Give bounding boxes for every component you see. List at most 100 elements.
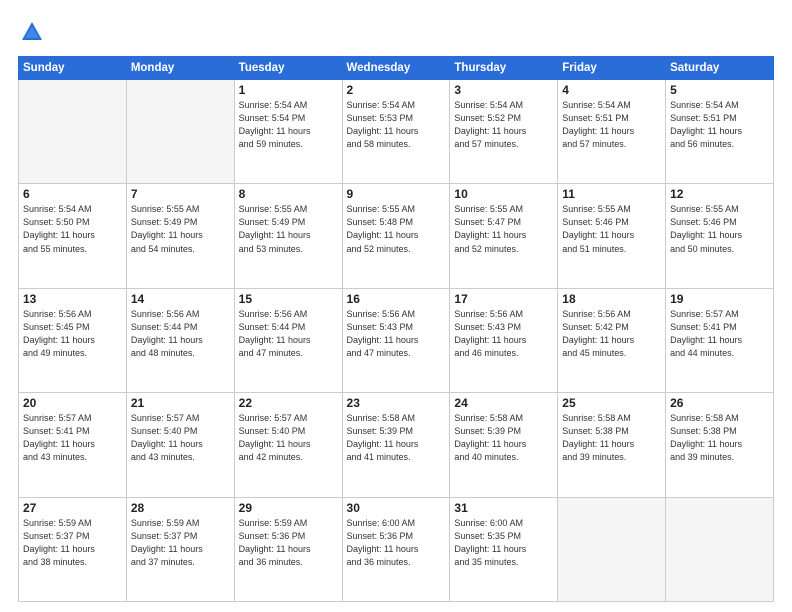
weekday-header-friday: Friday (558, 57, 666, 80)
day-info: Sunrise: 5:54 AM Sunset: 5:54 PM Dayligh… (239, 99, 338, 151)
calendar-cell: 10Sunrise: 5:55 AM Sunset: 5:47 PM Dayli… (450, 184, 558, 288)
day-number: 6 (23, 187, 122, 201)
calendar-cell: 11Sunrise: 5:55 AM Sunset: 5:46 PM Dayli… (558, 184, 666, 288)
calendar-cell: 21Sunrise: 5:57 AM Sunset: 5:40 PM Dayli… (126, 393, 234, 497)
day-info: Sunrise: 5:59 AM Sunset: 5:37 PM Dayligh… (131, 517, 230, 569)
day-number: 13 (23, 292, 122, 306)
day-number: 17 (454, 292, 553, 306)
day-number: 23 (347, 396, 446, 410)
weekday-header-tuesday: Tuesday (234, 57, 342, 80)
calendar-cell: 20 Sunrise: 5:57 AM Sunset: 5:41 PM Dayli… (19, 393, 127, 497)
day-number: 7 (131, 187, 230, 201)
weekday-header-wednesday: Wednesday (342, 57, 450, 80)
calendar-cell: 1 Sunrise: 5:54 AM Sunset: 5:54 PM Daylig… (234, 80, 342, 184)
calendar-cell: 31 Sunrise: 6:00 AM Sunset: 5:35 PM Dayli… (450, 497, 558, 601)
calendar-cell: 14Sunrise: 5:56 AM Sunset: 5:44 PM Dayli… (126, 288, 234, 392)
day-number: 16 (347, 292, 446, 306)
day-info: Sunrise: 5:58 AM Sunset: 5:39 PM Dayligh… (347, 412, 446, 464)
weekday-header-monday: Monday (126, 57, 234, 80)
day-number: 30 (347, 501, 446, 515)
logo (18, 18, 50, 46)
day-info: Sunrise: 5:54 AM Sunset: 5:52 PM Dayligh… (454, 99, 553, 151)
day-info: Sunrise: 5:54 AM Sunset: 5:50 PM Dayligh… (23, 203, 122, 255)
day-info: Sunrise: 5:54 AM Sunset: 5:51 PM Dayligh… (562, 99, 661, 151)
day-info: Sunrise: 5:54 AM Sunset: 5:53 PM Dayligh… (347, 99, 446, 151)
day-number: 5 (670, 83, 769, 97)
day-number: 20 (23, 396, 122, 410)
day-info: Sunrise: 5:57 AM Sunset: 5:41 PM Dayligh… (23, 412, 122, 464)
calendar-cell: 29Sunrise: 5:59 AM Sunset: 5:36 PM Dayli… (234, 497, 342, 601)
day-info: Sunrise: 5:57 AM Sunset: 5:41 PM Dayligh… (670, 308, 769, 360)
day-number: 11 (562, 187, 661, 201)
day-info: Sunrise: 6:00 AM Sunset: 5:36 PM Dayligh… (347, 517, 446, 569)
day-info: Sunrise: 5:58 AM Sunset: 5:38 PM Dayligh… (670, 412, 769, 464)
week-row-5: 27Sunrise: 5:59 AM Sunset: 5:37 PM Dayli… (19, 497, 774, 601)
calendar-cell (666, 497, 774, 601)
calendar-cell: 6 Sunrise: 5:54 AM Sunset: 5:50 PM Daylig… (19, 184, 127, 288)
calendar-cell: 24 Sunrise: 5:58 AM Sunset: 5:39 PM Dayli… (450, 393, 558, 497)
calendar-cell (558, 497, 666, 601)
day-number: 3 (454, 83, 553, 97)
day-number: 26 (670, 396, 769, 410)
calendar-cell: 9Sunrise: 5:55 AM Sunset: 5:48 PM Daylig… (342, 184, 450, 288)
week-row-3: 13 Sunrise: 5:56 AM Sunset: 5:45 PM Dayli… (19, 288, 774, 392)
day-number: 2 (347, 83, 446, 97)
calendar-cell: 22 Sunrise: 5:57 AM Sunset: 5:40 PM Dayli… (234, 393, 342, 497)
day-info: Sunrise: 5:59 AM Sunset: 5:36 PM Dayligh… (239, 517, 338, 569)
week-row-2: 6 Sunrise: 5:54 AM Sunset: 5:50 PM Daylig… (19, 184, 774, 288)
calendar-cell: 15 Sunrise: 5:56 AM Sunset: 5:44 PM Dayli… (234, 288, 342, 392)
day-info: Sunrise: 5:55 AM Sunset: 5:48 PM Dayligh… (347, 203, 446, 255)
day-number: 22 (239, 396, 338, 410)
calendar: SundayMondayTuesdayWednesdayThursdayFrid… (18, 56, 774, 602)
day-info: Sunrise: 5:56 AM Sunset: 5:44 PM Dayligh… (131, 308, 230, 360)
day-number: 15 (239, 292, 338, 306)
day-info: Sunrise: 5:55 AM Sunset: 5:49 PM Dayligh… (239, 203, 338, 255)
day-info: Sunrise: 5:55 AM Sunset: 5:47 PM Dayligh… (454, 203, 553, 255)
calendar-cell: 5 Sunrise: 5:54 AM Sunset: 5:51 PM Daylig… (666, 80, 774, 184)
calendar-cell: 16Sunrise: 5:56 AM Sunset: 5:43 PM Dayli… (342, 288, 450, 392)
day-info: Sunrise: 5:56 AM Sunset: 5:42 PM Dayligh… (562, 308, 661, 360)
day-number: 28 (131, 501, 230, 515)
calendar-cell: 8 Sunrise: 5:55 AM Sunset: 5:49 PM Daylig… (234, 184, 342, 288)
day-number: 1 (239, 83, 338, 97)
day-info: Sunrise: 5:56 AM Sunset: 5:43 PM Dayligh… (454, 308, 553, 360)
calendar-cell (19, 80, 127, 184)
day-info: Sunrise: 5:55 AM Sunset: 5:46 PM Dayligh… (670, 203, 769, 255)
header (18, 18, 774, 46)
calendar-cell: 25Sunrise: 5:58 AM Sunset: 5:38 PM Dayli… (558, 393, 666, 497)
calendar-cell: 23 Sunrise: 5:58 AM Sunset: 5:39 PM Dayli… (342, 393, 450, 497)
day-number: 21 (131, 396, 230, 410)
calendar-cell: 12 Sunrise: 5:55 AM Sunset: 5:46 PM Dayli… (666, 184, 774, 288)
week-row-1: 1 Sunrise: 5:54 AM Sunset: 5:54 PM Daylig… (19, 80, 774, 184)
day-info: Sunrise: 5:56 AM Sunset: 5:44 PM Dayligh… (239, 308, 338, 360)
day-number: 8 (239, 187, 338, 201)
day-number: 4 (562, 83, 661, 97)
day-info: Sunrise: 5:58 AM Sunset: 5:38 PM Dayligh… (562, 412, 661, 464)
day-info: Sunrise: 5:55 AM Sunset: 5:49 PM Dayligh… (131, 203, 230, 255)
weekday-header-row: SundayMondayTuesdayWednesdayThursdayFrid… (19, 57, 774, 80)
day-number: 31 (454, 501, 553, 515)
calendar-cell: 2 Sunrise: 5:54 AM Sunset: 5:53 PM Daylig… (342, 80, 450, 184)
day-number: 12 (670, 187, 769, 201)
logo-icon (18, 18, 46, 46)
day-info: Sunrise: 6:00 AM Sunset: 5:35 PM Dayligh… (454, 517, 553, 569)
day-info: Sunrise: 5:57 AM Sunset: 5:40 PM Dayligh… (239, 412, 338, 464)
calendar-cell: 7 Sunrise: 5:55 AM Sunset: 5:49 PM Daylig… (126, 184, 234, 288)
day-info: Sunrise: 5:54 AM Sunset: 5:51 PM Dayligh… (670, 99, 769, 151)
weekday-header-sunday: Sunday (19, 57, 127, 80)
day-number: 24 (454, 396, 553, 410)
calendar-cell: 18Sunrise: 5:56 AM Sunset: 5:42 PM Dayli… (558, 288, 666, 392)
day-info: Sunrise: 5:58 AM Sunset: 5:39 PM Dayligh… (454, 412, 553, 464)
calendar-cell: 4 Sunrise: 5:54 AM Sunset: 5:51 PM Daylig… (558, 80, 666, 184)
calendar-cell: 27Sunrise: 5:59 AM Sunset: 5:37 PM Dayli… (19, 497, 127, 601)
day-info: Sunrise: 5:59 AM Sunset: 5:37 PM Dayligh… (23, 517, 122, 569)
calendar-cell: 3 Sunrise: 5:54 AM Sunset: 5:52 PM Daylig… (450, 80, 558, 184)
calendar-cell: 17 Sunrise: 5:56 AM Sunset: 5:43 PM Dayli… (450, 288, 558, 392)
weekday-header-thursday: Thursday (450, 57, 558, 80)
day-info: Sunrise: 5:56 AM Sunset: 5:45 PM Dayligh… (23, 308, 122, 360)
calendar-cell (126, 80, 234, 184)
day-number: 19 (670, 292, 769, 306)
calendar-cell: 30 Sunrise: 6:00 AM Sunset: 5:36 PM Dayli… (342, 497, 450, 601)
week-row-4: 20 Sunrise: 5:57 AM Sunset: 5:41 PM Dayli… (19, 393, 774, 497)
weekday-header-saturday: Saturday (666, 57, 774, 80)
